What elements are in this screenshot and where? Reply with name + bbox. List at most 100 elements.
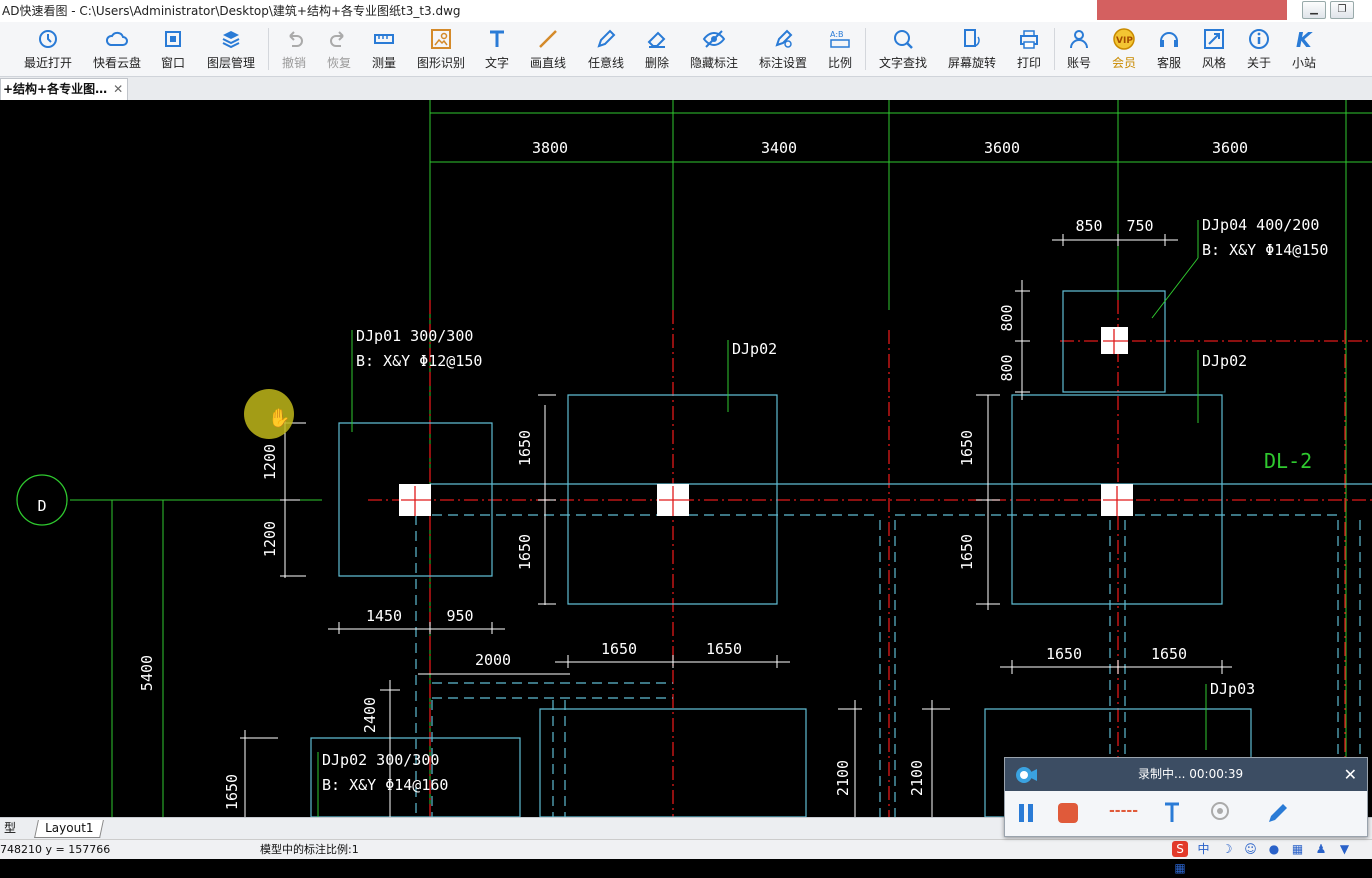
pen-tool-icon[interactable] [1159,800,1185,826]
window-title: AD快速看图 - C:\Users\Administrator\Desktop\… [2,4,461,18]
dim-text: 1450 [366,607,402,625]
ruler-icon [374,34,394,44]
recording-status: 录制中... 00:00:39 [1138,767,1244,781]
account-button[interactable]: 账号 [1064,24,1094,74]
model-tab[interactable]: 型 [0,820,20,837]
print-icon [1020,30,1038,49]
svg-text:A:B: A:B [830,30,844,39]
close-tab-icon[interactable]: ✕ [113,82,123,96]
stop-button[interactable] [1055,800,1081,826]
dim-text: 2100 [834,760,852,796]
shirt-icon[interactable]: ▼ [1337,841,1353,857]
main-toolbar: 最近打开 快看云盘 窗口 图层管理 撤销 恢复 测量 图形识别 文字 画直线 任… [0,22,1372,77]
dim-text: 1650 [516,430,534,466]
dim-text: 2100 [908,760,926,796]
undo-button[interactable]: 撤销 [279,24,309,74]
scale-icon: A:B [830,30,850,48]
vip-icon: VIP [1113,28,1135,50]
camera-icon [1016,767,1037,783]
layers-icon [222,31,240,49]
screen-rotate-button[interactable]: 屏幕旋转 [945,24,999,74]
title-ad-banner [1097,0,1287,20]
dim-text: 1200 [261,521,279,557]
microphone-icon[interactable]: ● [1266,841,1282,857]
customer-service-button[interactable]: 客服 [1154,24,1184,74]
k-logo-icon: K [1296,28,1313,51]
annotation-settings-button[interactable]: 标注设置 [756,24,810,74]
svg-text:VIP: VIP [1116,36,1133,46]
grid-icon[interactable]: ▦ [1172,860,1188,876]
shape-recognition-button[interactable]: 图形识别 [414,24,468,74]
text-search-button[interactable]: 文字查找 [876,24,930,74]
moon-icon[interactable]: ☽ [1219,841,1235,857]
axis-label: D [37,497,46,515]
print-button[interactable]: 打印 [1014,24,1044,74]
info-icon [1249,29,1269,49]
about-button[interactable]: 关于 [1244,24,1274,74]
vip-member-button[interactable]: VIP 会员 [1109,24,1139,74]
dim-text: 1650 [706,640,742,658]
document-tab[interactable]: +结构+各专业图… ✕ [0,78,129,100]
cursor-coordinates: 748210 y = 157766 [0,843,111,856]
document-tab-bar: +结构+各专业图… ✕ [0,77,1372,101]
keyboard-icon[interactable]: ▦ [1290,841,1306,857]
window-button[interactable]: 窗口 [158,24,188,74]
cloud-disk-button[interactable]: 快看云盘 [90,24,144,74]
recent-open-button[interactable]: 最近打开 [22,24,74,74]
user-tray-icon[interactable]: ♟ [1313,841,1329,857]
maximize-button[interactable]: ❐ [1330,1,1354,19]
dim-top-1: 3800 [532,139,568,157]
style-button[interactable]: 风格 [1199,24,1229,74]
redo-button[interactable]: 恢复 [324,24,354,74]
text-icon [490,30,504,47]
pen-icon [597,29,616,48]
measure-button[interactable]: 测量 [369,24,399,74]
headset-icon [1160,32,1178,47]
dim-text: 1650 [1046,645,1082,663]
delete-button[interactable]: 删除 [642,24,672,74]
layer-manager-button[interactable]: 图层管理 [204,24,258,74]
emoji-icon[interactable]: ☺ [1243,841,1259,857]
recorder-header: 录制中... 00:00:39 ✕ [1005,758,1367,791]
sogou-ime-icon[interactable]: S [1172,841,1188,857]
ime-mode-indicator[interactable]: 中 [1196,841,1212,857]
line-icon [539,30,557,48]
recorder-controls: ----- [1005,791,1367,836]
dim-text: 2000 [475,651,511,669]
recent-icon [39,30,57,48]
dim-text: 1650 [516,534,534,570]
freehand-line-button[interactable]: 任意线 [585,24,627,74]
annotation-settings-icon [775,29,793,48]
undo-icon [289,31,303,47]
dim-text: 800 [998,354,1016,381]
scale-button[interactable]: A:B 比例 [825,24,855,74]
drawing-canvas[interactable]: .g { stroke:#2fc92f; stroke-width:1; fil… [0,100,1372,817]
footing-label: DJp02 300/300 [322,751,439,769]
footing-rebar-label: B: X&Y Φ12@150 [356,352,482,370]
footing-rebar-label: B: X&Y Φ14@160 [322,776,448,794]
cad-drawing: .g { stroke:#2fc92f; stroke-width:1; fil… [16,100,1372,817]
minimize-button[interactable]: ▁ [1302,1,1326,19]
dim-top-2: 3400 [761,139,797,157]
annotate-pen-icon[interactable] [1265,800,1291,826]
close-recorder-icon[interactable]: ✕ [1344,758,1357,791]
draw-line-tool[interactable]: ----- [1109,803,1138,819]
document-tab-label: +结构+各专业图… [3,82,108,96]
draw-line-button[interactable]: 画直线 [527,24,569,74]
beam-label: DL-2 [1264,449,1312,473]
hide-annotations-button[interactable]: 隐藏标注 [687,24,741,74]
webcam-icon[interactable] [1207,800,1233,826]
pause-button[interactable] [1013,800,1039,826]
cloud-icon [105,31,128,46]
mini-site-button[interactable]: K 小站 [1289,24,1319,74]
annotation-scale: 模型中的标注比例:1 [260,843,359,856]
footing-label: DJp04 400/200 [1202,216,1319,234]
layout1-tab[interactable]: Layout1 [34,820,105,838]
text-button[interactable]: 文字 [482,24,512,74]
screen-recorder-panel: 录制中... 00:00:39 ✕ ----- [1004,757,1368,837]
footing-rebar-label: B: X&Y Φ14@150 [1202,241,1328,259]
user-icon [1070,30,1088,49]
dim-text: 750 [1126,217,1153,235]
footing-label: DJp03 [1210,680,1255,698]
eraser-icon [647,31,666,48]
